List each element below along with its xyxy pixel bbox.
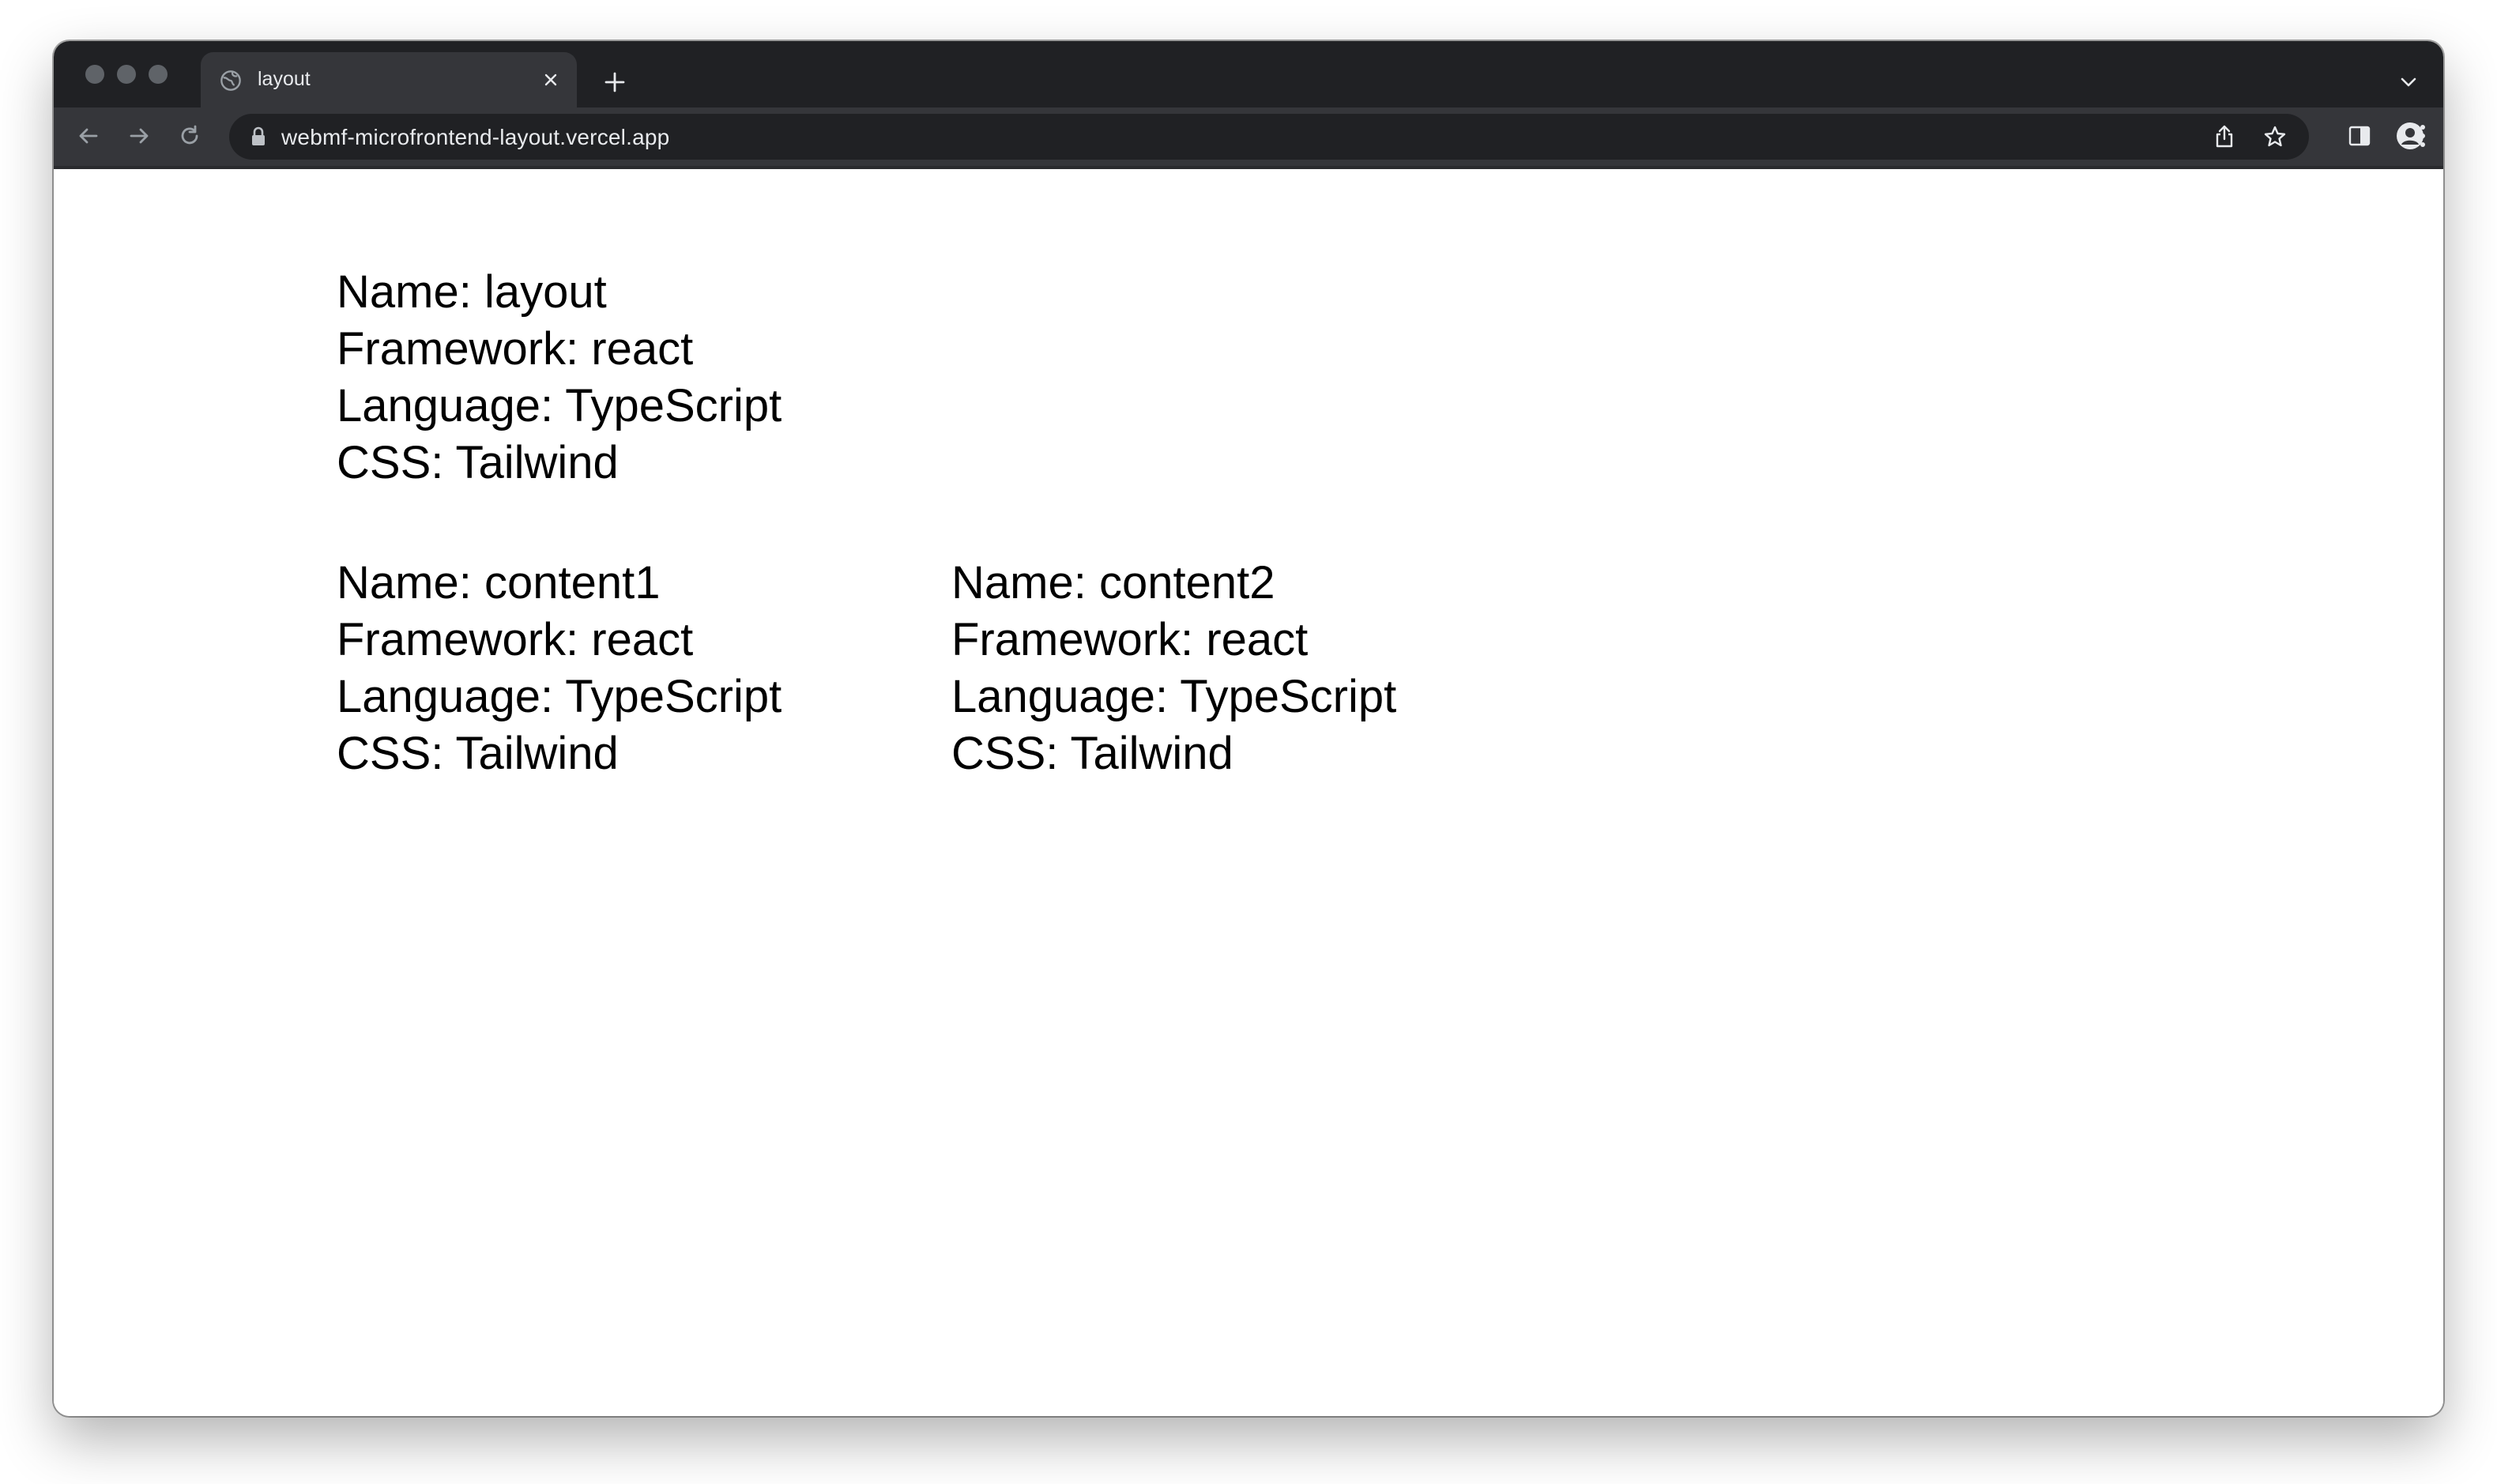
kebab-menu-icon[interactable] [2405, 119, 2440, 153]
bookmark-star-icon[interactable] [2262, 123, 2288, 150]
layout-language: Language: TypeScript [337, 380, 782, 431]
zoom-window-button[interactable] [149, 65, 168, 84]
content1-info: Name: content1 Framework: react Language… [337, 555, 781, 782]
back-arrow-icon[interactable] [71, 119, 106, 153]
content1-framework: Framework: react [337, 614, 694, 665]
content2-info: Name: content2 Framework: react Language… [951, 555, 1396, 782]
content2-language: Language: TypeScript [951, 671, 1397, 722]
reload-icon[interactable] [172, 119, 207, 153]
content2-name: Name: content2 [951, 557, 1275, 608]
browser-window: layout webmf-microfrontend-layout.vercel… [54, 41, 2443, 1416]
layout-css: CSS: Tailwind [337, 437, 619, 488]
side-panel-icon[interactable] [2342, 119, 2377, 153]
url-text: webmf-microfrontend-layout.vercel.app [281, 125, 670, 149]
globe-icon [220, 70, 241, 91]
tab-layout[interactable]: layout [201, 52, 577, 107]
close-tab-icon[interactable] [537, 66, 564, 93]
content1-language: Language: TypeScript [337, 671, 782, 722]
lock-icon[interactable] [250, 126, 267, 147]
address-bar[interactable]: webmf-microfrontend-layout.vercel.app [229, 114, 2309, 160]
layout-framework: Framework: react [337, 323, 694, 375]
content2-framework: Framework: react [951, 614, 1309, 665]
share-icon[interactable] [2211, 123, 2238, 150]
content1-name: Name: content1 [337, 557, 661, 608]
chevron-down-icon[interactable] [2394, 68, 2423, 96]
layout-name: Name: layout [337, 266, 607, 318]
new-tab-icon[interactable] [599, 66, 631, 98]
page-content: Name: layout Framework: react Language: … [54, 169, 2443, 1416]
tab-title: layout [258, 68, 311, 90]
tab-strip: layout [54, 41, 2443, 107]
content1-css: CSS: Tailwind [337, 728, 619, 779]
close-window-button[interactable] [85, 65, 104, 84]
minimize-window-button[interactable] [117, 65, 136, 84]
forward-arrow-icon[interactable] [122, 119, 156, 153]
browser-toolbar: webmf-microfrontend-layout.vercel.app [54, 107, 2443, 169]
layout-info: Name: layout Framework: react Language: … [337, 264, 781, 492]
content2-css: CSS: Tailwind [951, 728, 1233, 779]
